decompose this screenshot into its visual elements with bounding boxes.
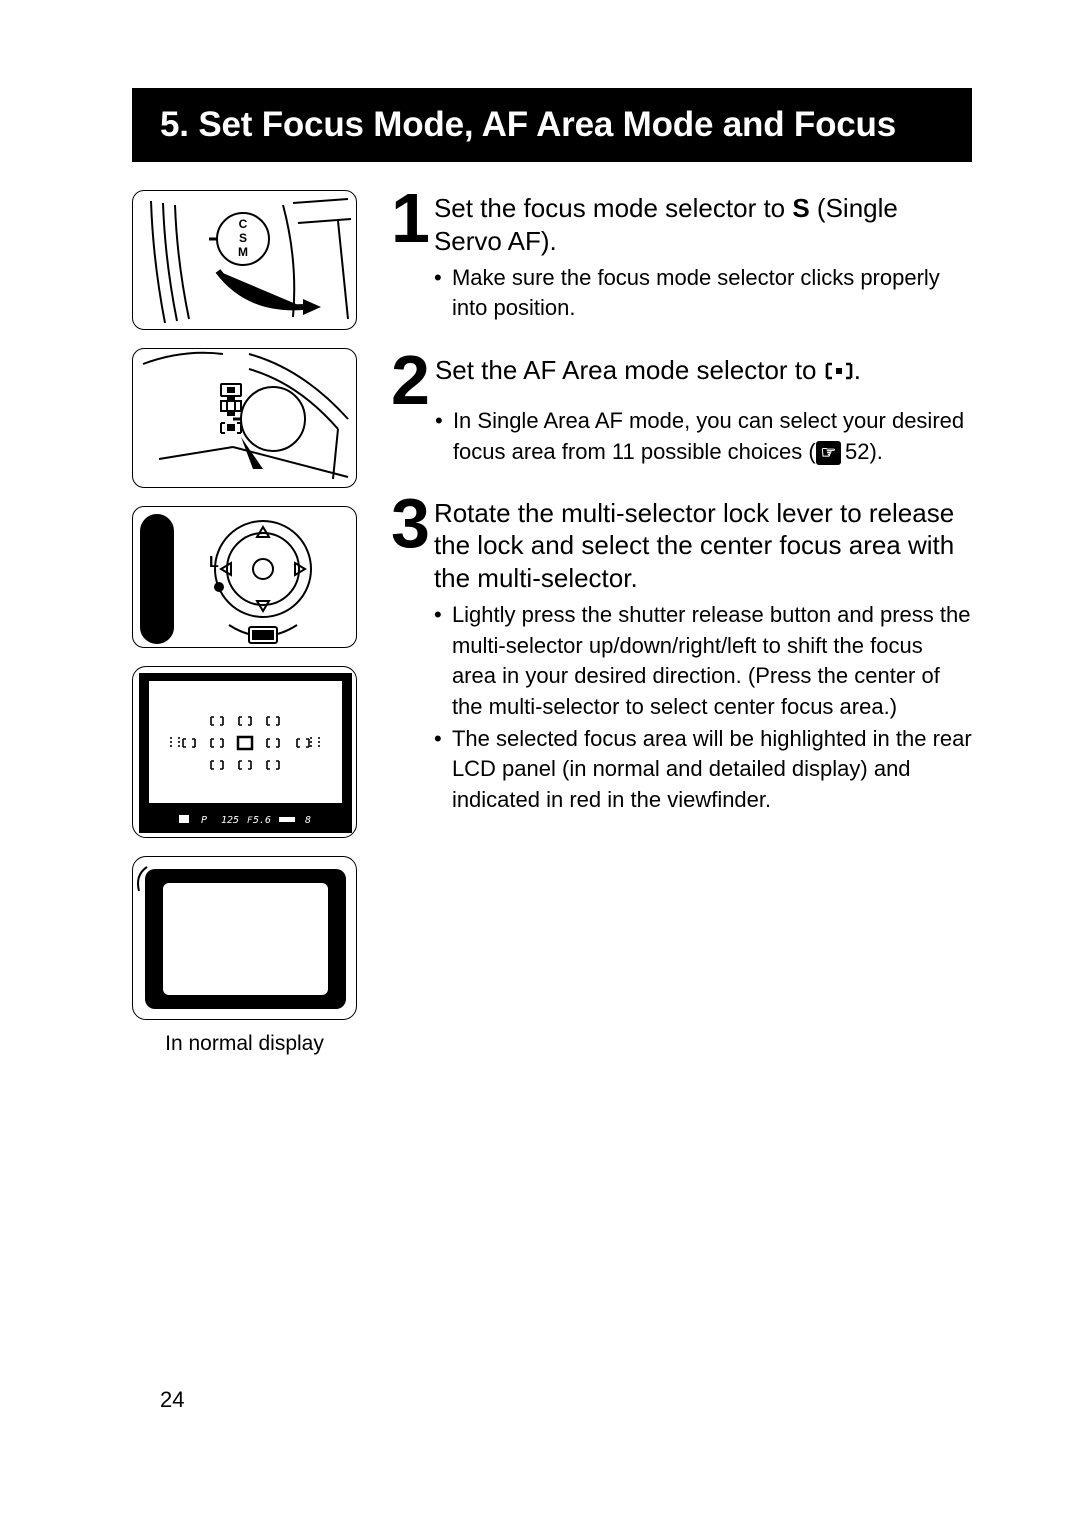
af-area-mode-selector-illustration — [132, 348, 357, 488]
step-2: 2 Set the AF Area mode selector to . In … — [391, 352, 972, 469]
illustrations-column: C S M — [132, 190, 357, 1056]
step-1-title-bold: S — [792, 193, 809, 223]
manual-page: 5. Set Focus Mode, AF Area Mode and Focu… — [0, 0, 1080, 1526]
single-area-af-icon — [824, 356, 854, 389]
step-1-bullet-1: Make sure the focus mode selector clicks… — [434, 263, 972, 324]
section-title: 5. Set Focus Mode, AF Area Mode and Focu… — [132, 88, 972, 162]
step-3-title: Rotate the multi-selector lock lever to … — [434, 497, 972, 595]
focus-mode-selector-illustration: C S M — [132, 190, 357, 330]
step-1-title: Set the focus mode selector to S (Single… — [434, 192, 972, 257]
svg-text:5.6: 5.6 — [253, 815, 271, 826]
step-number: 1 — [391, 190, 428, 326]
step-2-title-a: Set the AF Area mode selector to — [435, 355, 824, 385]
step-1: 1 Set the focus mode selector to S (Sing… — [391, 190, 972, 326]
step-3-bullet-1: Lightly press the shutter release button… — [434, 600, 972, 721]
lcd-outline-icon — [133, 857, 357, 1020]
content-row: C S M — [132, 190, 972, 1056]
focus-mode-dial-icon: C S M — [133, 191, 357, 330]
step-2-ref-num: 52 — [845, 439, 869, 464]
step-number: 2 — [391, 352, 429, 469]
multi-selector-illustration: L — [132, 506, 357, 648]
step-2-title-b: . — [854, 355, 861, 385]
multi-selector-icon: L — [133, 507, 357, 648]
step-number: 3 — [391, 495, 428, 817]
svg-text:8: 8 — [305, 815, 311, 826]
svg-text:P: P — [201, 815, 207, 826]
viewfinder-af-icon: P 125 F 5.6 8 — [133, 667, 357, 838]
page-number: 24 — [160, 1387, 184, 1413]
page-ref-icon: ☞ — [816, 441, 841, 465]
step-2-title: Set the AF Area mode selector to . — [435, 354, 972, 389]
step-1-title-a: Set the focus mode selector to — [434, 193, 792, 223]
svg-text:C: C — [239, 217, 248, 231]
step-3: 3 Rotate the multi-selector lock lever t… — [391, 495, 972, 817]
lcd-normal-display-illustration — [132, 856, 357, 1020]
svg-text:M: M — [238, 245, 248, 259]
step-2-bullet-1b: ). — [869, 439, 882, 464]
svg-text:L: L — [209, 554, 219, 571]
svg-text:125: 125 — [221, 815, 239, 826]
step-2-bullet-1a: In Single Area AF mode, you can select y… — [453, 408, 964, 463]
step-3-bullet-2: The selected focus area will be highligh… — [434, 724, 972, 815]
lcd-caption: In normal display — [132, 1032, 357, 1056]
viewfinder-af-points-illustration: P 125 F 5.6 8 — [132, 666, 357, 838]
svg-text:S: S — [239, 231, 247, 245]
af-area-dial-icon — [133, 349, 357, 488]
steps-column: 1 Set the focus mode selector to S (Sing… — [391, 190, 972, 1056]
step-2-bullet-1: In Single Area AF mode, you can select y… — [435, 406, 972, 467]
